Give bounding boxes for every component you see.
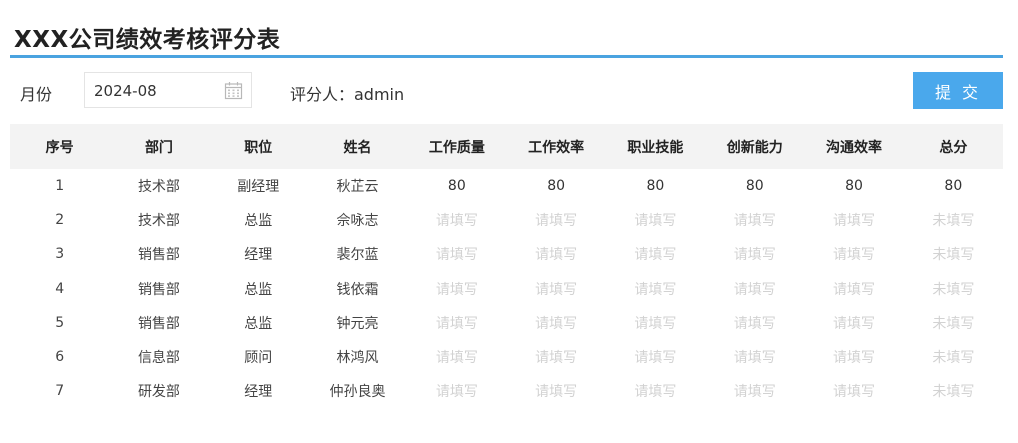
score-input-communication[interactable]: 请填写 <box>804 237 903 271</box>
cell-total: 未填写 <box>932 350 975 367</box>
score-input-efficiency[interactable]: 80 <box>506 169 605 203</box>
header-communication: 沟通效率 <box>826 139 883 156</box>
cell-position: 副经理 <box>237 179 280 196</box>
score-input-quality[interactable]: 请填写 <box>407 306 506 340</box>
header-position: 职位 <box>244 139 273 156</box>
score-input-quality[interactable]: 请填写 <box>407 340 506 374</box>
cell-position: 总监 <box>244 315 273 332</box>
score-input-quality[interactable]: 80 <box>407 169 506 203</box>
score-input-quality[interactable]: 请填写 <box>407 272 506 306</box>
table-row: 2 技术部 总监 佘咏志 请填写 请填写 请填写 请填写 请填写 未填写 <box>10 203 1003 237</box>
cell-dept: 研发部 <box>137 384 180 401</box>
header-name: 姓名 <box>343 139 372 156</box>
table-row: 7 研发部 经理 仲孙良奥 请填写 请填写 请填写 请填写 请填写 未填写 <box>10 374 1003 408</box>
cell-dept: 销售部 <box>137 281 180 298</box>
score-input-efficiency[interactable]: 请填写 <box>506 237 605 271</box>
calendar-icon[interactable] <box>224 81 243 100</box>
rater-label: 评分人：admin <box>290 85 405 104</box>
score-input-communication[interactable]: 请填写 <box>804 306 903 340</box>
table-row: 6 信息部 顾问 林鸿风 请填写 请填写 请填写 请填写 请填写 未填写 <box>10 340 1003 374</box>
cell-position: 顾问 <box>244 350 273 367</box>
table-row: 3 销售部 经理 裴尔蓝 请填写 请填写 请填写 请填写 请填写 未填写 <box>10 237 1003 271</box>
score-input-skills[interactable]: 请填写 <box>606 306 705 340</box>
score-input-communication[interactable]: 请填写 <box>804 203 903 237</box>
score-input-skills[interactable]: 请填写 <box>606 340 705 374</box>
cell-name: 钱依霜 <box>336 281 379 298</box>
cell-total: 80 <box>944 178 963 195</box>
header-innovation: 创新能力 <box>726 139 783 156</box>
cell-position: 经理 <box>244 384 273 401</box>
score-input-quality[interactable]: 请填写 <box>407 374 506 408</box>
cell-name: 裴尔蓝 <box>336 247 379 264</box>
score-input-skills[interactable]: 请填写 <box>606 203 705 237</box>
score-input-skills[interactable]: 请填写 <box>606 237 705 271</box>
score-input-innovation[interactable]: 请填写 <box>705 203 804 237</box>
cell-name: 佘咏志 <box>336 213 379 230</box>
header-total: 总分 <box>939 139 968 156</box>
score-input-skills[interactable]: 80 <box>606 169 705 203</box>
score-input-communication[interactable]: 请填写 <box>804 374 903 408</box>
cell-no: 2 <box>55 212 65 229</box>
score-input-innovation[interactable]: 80 <box>705 169 804 203</box>
title-divider <box>10 55 1003 58</box>
cell-no: 1 <box>55 178 65 195</box>
score-input-efficiency[interactable]: 请填写 <box>506 340 605 374</box>
score-input-skills[interactable]: 请填写 <box>606 374 705 408</box>
cell-dept: 技术部 <box>137 179 180 196</box>
cell-dept: 销售部 <box>137 315 180 332</box>
submit-button[interactable]: 提 交 <box>913 72 1003 109</box>
score-input-innovation[interactable]: 请填写 <box>705 340 804 374</box>
score-input-innovation[interactable]: 请填写 <box>705 306 804 340</box>
score-input-quality[interactable]: 请填写 <box>407 237 506 271</box>
table-row: 1 技术部 副经理 秋芷云 80 80 80 80 80 80 <box>10 169 1003 203</box>
cell-no: 5 <box>55 314 65 331</box>
cell-dept: 技术部 <box>137 213 180 230</box>
score-input-communication[interactable]: 80 <box>804 169 903 203</box>
cell-total: 未填写 <box>932 384 975 401</box>
header-no: 序号 <box>45 139 74 156</box>
cell-name: 秋芷云 <box>336 179 379 196</box>
cell-position: 总监 <box>244 213 273 230</box>
month-picker[interactable]: 2024-08 <box>84 72 252 108</box>
score-input-efficiency[interactable]: 请填写 <box>506 272 605 306</box>
cell-position: 总监 <box>244 281 273 298</box>
cell-no: 4 <box>55 280 65 297</box>
cell-no: 7 <box>55 383 65 400</box>
score-input-innovation[interactable]: 请填写 <box>705 374 804 408</box>
score-input-skills[interactable]: 请填写 <box>606 272 705 306</box>
cell-no: 6 <box>55 349 65 366</box>
toolbar: 月份 2024-08 评分人：admin 提 交 <box>0 72 1018 110</box>
month-value[interactable]: 2024-08 <box>94 82 157 100</box>
score-input-quality[interactable]: 请填写 <box>407 203 506 237</box>
cell-no: 3 <box>55 246 65 263</box>
cell-total: 未填写 <box>932 281 975 298</box>
cell-dept: 销售部 <box>137 247 180 264</box>
cell-total: 未填写 <box>932 213 975 230</box>
table-row: 5 销售部 总监 钟元亮 请填写 请填写 请填写 请填写 请填写 未填写 <box>10 306 1003 340</box>
score-input-innovation[interactable]: 请填写 <box>705 237 804 271</box>
score-input-innovation[interactable]: 请填写 <box>705 272 804 306</box>
score-input-efficiency[interactable]: 请填写 <box>506 306 605 340</box>
header-dept: 部门 <box>144 139 173 156</box>
cell-dept: 信息部 <box>137 350 180 367</box>
cell-name: 林鸿风 <box>336 350 379 367</box>
page-title: XXX公司绩效考核评分表 <box>14 27 281 53</box>
cell-total: 未填写 <box>932 315 975 332</box>
cell-total: 未填写 <box>932 247 975 264</box>
header-efficiency: 工作效率 <box>528 139 585 156</box>
score-input-communication[interactable]: 请填写 <box>804 340 903 374</box>
score-input-communication[interactable]: 请填写 <box>804 272 903 306</box>
header-quality: 工作质量 <box>428 139 485 156</box>
score-input-efficiency[interactable]: 请填写 <box>506 374 605 408</box>
cell-position: 经理 <box>244 247 273 264</box>
header-skills: 职业技能 <box>627 139 684 156</box>
cell-name: 钟元亮 <box>336 315 379 332</box>
score-table: 序号 部门 职位 姓名 工作质量 工作效率 职业技能 创新能力 沟通效率 总分 … <box>10 124 1003 408</box>
score-input-efficiency[interactable]: 请填写 <box>506 203 605 237</box>
cell-name: 仲孙良奥 <box>329 384 386 401</box>
table-row: 4 销售部 总监 钱依霜 请填写 请填写 请填写 请填写 请填写 未填写 <box>10 272 1003 306</box>
table-header-row: 序号 部门 职位 姓名 工作质量 工作效率 职业技能 创新能力 沟通效率 总分 <box>10 124 1003 169</box>
month-label: 月份 <box>20 85 53 104</box>
